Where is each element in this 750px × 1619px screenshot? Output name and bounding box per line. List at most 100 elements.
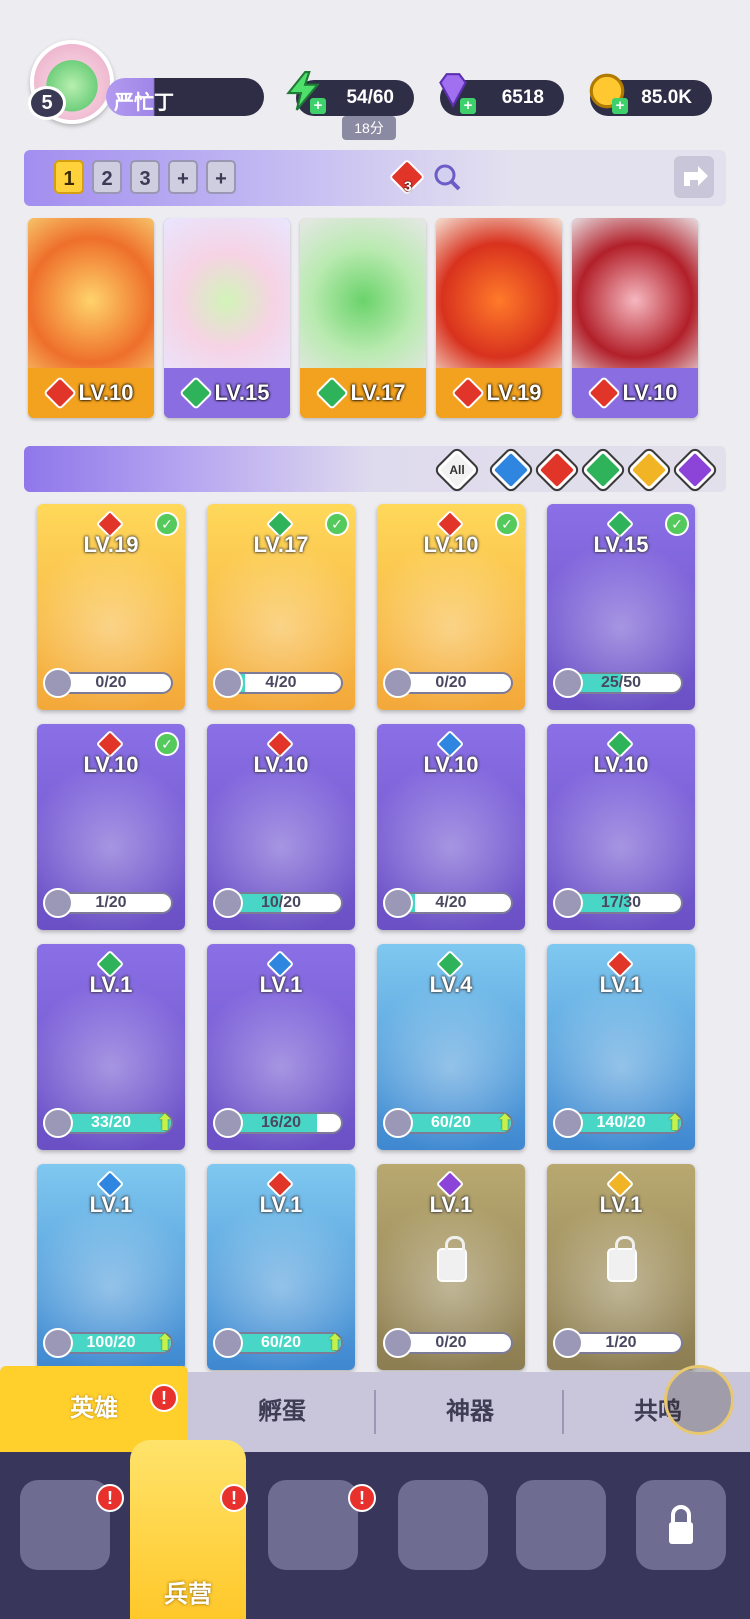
- upgrade-arrow-icon[interactable]: ⬆: [493, 1110, 517, 1136]
- earth-element-icon: [315, 376, 350, 410]
- hero-card[interactable]: LV.1 60/20 ⬆: [207, 1164, 355, 1370]
- team-slot-3[interactable]: 3: [130, 160, 160, 194]
- shard-card-icon: [383, 1108, 413, 1138]
- hero-level: LV.1: [429, 1192, 473, 1217]
- tab-artifacts[interactable]: 神器: [376, 1372, 564, 1452]
- castle-icon[interactable]: [398, 1480, 488, 1570]
- hero-card[interactable]: LV.10 ✓ 1/20: [37, 724, 185, 930]
- magnifier-icon[interactable]: [432, 162, 462, 192]
- hero-level: LV.10: [83, 752, 139, 777]
- shard-progress-text: 0/20: [95, 674, 127, 691]
- hero-card[interactable]: LV.4 60/20 ⬆: [377, 944, 525, 1150]
- lock-icon: [437, 1236, 467, 1282]
- hero-level: LV.1: [599, 1192, 643, 1217]
- shard-card-icon: [553, 888, 583, 918]
- in-team-check-icon: ✓: [495, 512, 519, 536]
- shard-card-icon: [553, 668, 583, 698]
- team-hero-1[interactable]: LV.10: [28, 218, 154, 418]
- hero-level: LV.10: [423, 752, 479, 777]
- guild-icon[interactable]: [516, 1480, 606, 1570]
- add-gem-icon[interactable]: +: [460, 98, 476, 114]
- team-hero-3[interactable]: LV.17: [300, 218, 426, 418]
- shard-card-icon: [213, 1108, 243, 1138]
- shard-progress-text: 17/30: [600, 894, 642, 911]
- shard-progress-text: 4/20: [435, 894, 467, 911]
- barracks-label: 兵营: [164, 1581, 212, 1608]
- in-team-check-icon: ✓: [155, 732, 179, 756]
- shard-progress-text: 60/20: [260, 1334, 302, 1351]
- shard-progress-text: 33/20: [90, 1114, 132, 1131]
- shard-progress-text: 0/20: [435, 674, 467, 691]
- team-hero-5[interactable]: LV.10: [572, 218, 698, 418]
- team-slot-2[interactable]: 2: [92, 160, 122, 194]
- shard-card-icon: [43, 1108, 73, 1138]
- notification-badge: !: [150, 1384, 178, 1412]
- hero-level: LV.1: [259, 1192, 303, 1217]
- shard-progress-text: 16/20: [260, 1114, 302, 1131]
- earth-element-icon: [179, 376, 214, 410]
- adventure-map-icon[interactable]: [268, 1480, 358, 1570]
- team-hero-level: LV.10: [78, 380, 134, 405]
- shard-card-icon: [213, 1328, 243, 1358]
- hero-card[interactable]: LV.1 140/20 ⬆: [547, 944, 695, 1150]
- sparkle-ring-button[interactable]: [664, 1365, 734, 1435]
- hero-level: LV.1: [259, 972, 303, 997]
- fire-element-icon: [587, 376, 622, 410]
- notification-badge: !: [220, 1484, 248, 1512]
- hero-card[interactable]: LV.10 4/20: [377, 724, 525, 930]
- shard-progress-text: 25/50: [600, 674, 642, 691]
- hero-card[interactable]: LV.17 ✓ 4/20: [207, 504, 355, 710]
- lock-icon: [607, 1236, 637, 1282]
- shard-progress-text: 1/20: [95, 894, 127, 911]
- team-hero-4[interactable]: LV.19: [436, 218, 562, 418]
- in-team-check-icon: ✓: [155, 512, 179, 536]
- hero-card[interactable]: LV.10 10/20: [207, 724, 355, 930]
- shard-card-icon: [43, 1328, 73, 1358]
- hero-level: LV.17: [253, 532, 309, 557]
- hero-card[interactable]: LV.19 ✓ 0/20: [37, 504, 185, 710]
- hero-card[interactable]: LV.1 33/20 ⬆: [37, 944, 185, 1150]
- shard-card-icon: [43, 668, 73, 698]
- add-energy-icon[interactable]: +: [310, 98, 326, 114]
- shard-card-icon: [383, 668, 413, 698]
- shard-progress-text: 10/20: [260, 894, 302, 911]
- notification-badge: !: [96, 1484, 124, 1512]
- hero-level: LV.1: [599, 972, 643, 997]
- hero-card[interactable]: LV.1 16/20: [207, 944, 355, 1150]
- upgrade-arrow-icon[interactable]: ⬆: [153, 1110, 177, 1136]
- upgrade-arrow-icon[interactable]: ⬆: [663, 1110, 687, 1136]
- hero-level: LV.1: [89, 1192, 133, 1217]
- team-slot-add-1[interactable]: +: [168, 160, 198, 194]
- shard-progress-text: 0/20: [435, 1334, 467, 1351]
- hero-level: LV.1: [89, 972, 133, 997]
- shard-card-icon: [383, 1328, 413, 1358]
- hero-level: LV.15: [593, 532, 649, 557]
- hero-card[interactable]: LV.1 0/20: [377, 1164, 525, 1370]
- shard-progress-text: 100/20: [86, 1334, 136, 1351]
- hero-level: LV.4: [429, 972, 473, 997]
- upgrade-arrow-icon[interactable]: ⬆: [153, 1330, 177, 1356]
- locked-feature-icon[interactable]: [636, 1480, 726, 1570]
- hero-level: LV.10: [253, 752, 309, 777]
- team-slot-1[interactable]: 1: [54, 160, 84, 194]
- shard-card-icon: [43, 888, 73, 918]
- hero-card[interactable]: LV.1 100/20 ⬆: [37, 1164, 185, 1370]
- share-icon[interactable]: [674, 156, 714, 198]
- shard-progress-text: 60/20: [430, 1114, 472, 1131]
- hero-level: LV.19: [83, 532, 139, 557]
- team-slot-add-2[interactable]: +: [206, 160, 236, 194]
- hero-card[interactable]: LV.10 ✓ 0/20: [377, 504, 525, 710]
- energy-timer: 18分: [342, 116, 396, 140]
- team-hero-2[interactable]: LV.15: [164, 218, 290, 418]
- upgrade-arrow-icon[interactable]: ⬆: [323, 1330, 347, 1356]
- hero-card[interactable]: LV.15 ✓ 25/50: [547, 504, 695, 710]
- player-level-badge: 5: [28, 86, 66, 120]
- team-hero-level: LV.17: [350, 380, 406, 405]
- add-gold-icon[interactable]: +: [612, 98, 628, 114]
- hero-level: LV.10: [423, 532, 479, 557]
- hero-card[interactable]: LV.1 1/20: [547, 1164, 695, 1370]
- notification-badge: !: [348, 1484, 376, 1512]
- shard-card-icon: [553, 1328, 583, 1358]
- hero-card[interactable]: LV.10 17/30: [547, 724, 695, 930]
- shard-card-icon: [213, 668, 243, 698]
